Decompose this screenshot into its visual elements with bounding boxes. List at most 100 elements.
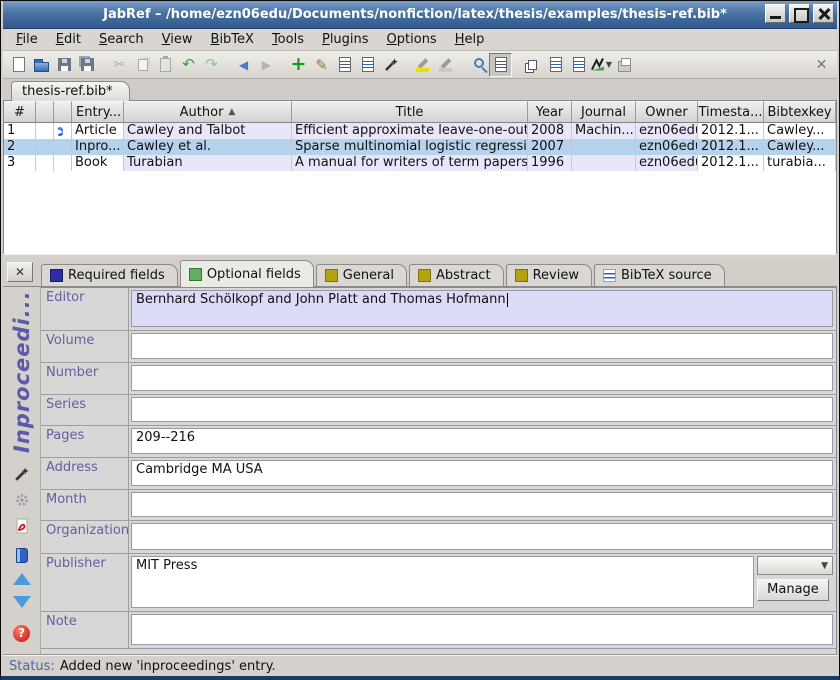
back-button[interactable]: ◀ bbox=[232, 53, 255, 77]
column-header-timestamp[interactable]: Timesta... bbox=[698, 101, 764, 123]
manage-button[interactable]: Manage bbox=[757, 579, 829, 601]
column-header-icon1[interactable] bbox=[36, 101, 54, 123]
minimize-icon[interactable] bbox=[765, 4, 786, 23]
menu-search[interactable]: Search bbox=[90, 30, 153, 49]
maximize-icon[interactable] bbox=[789, 4, 810, 23]
column-header-bibtexkey[interactable]: Bibtexkey bbox=[764, 101, 836, 123]
edit-preamble-button[interactable] bbox=[333, 53, 356, 77]
generate-key-button[interactable] bbox=[13, 465, 31, 483]
toolbar-close-button[interactable]: ✕ bbox=[810, 53, 833, 77]
tab-optional-fields[interactable]: Optional fields bbox=[180, 260, 314, 287]
series-field-input[interactable] bbox=[131, 397, 833, 422]
dropdown-icon: ▼ bbox=[821, 561, 828, 571]
menu-file[interactable]: File bbox=[7, 30, 47, 49]
insert-citation-button[interactable] bbox=[613, 53, 636, 77]
copy-icon bbox=[138, 59, 148, 71]
optional-fields-icon bbox=[189, 268, 202, 281]
tab-abstract[interactable]: Abstract bbox=[409, 264, 504, 286]
redo-button[interactable]: ↷ bbox=[200, 53, 223, 77]
column-header-entrytype[interactable]: Entry... bbox=[72, 101, 124, 123]
open-url-button[interactable] bbox=[13, 546, 31, 564]
scissors-icon: ✂ bbox=[114, 57, 126, 73]
note-field-input[interactable] bbox=[131, 614, 833, 645]
month-field-input[interactable] bbox=[131, 492, 833, 517]
publisher-field-input[interactable]: MIT Press bbox=[131, 556, 754, 608]
table-row[interactable]: 1 ▶ Article Cawley and Talbot Efficient … bbox=[4, 123, 836, 139]
help-button[interactable] bbox=[13, 624, 31, 642]
next-entry-button[interactable] bbox=[13, 593, 31, 611]
menu-bibtex[interactable]: BibTeX bbox=[202, 30, 263, 49]
table-row-selected[interactable]: 2 Inpro... Cawley et al. Sparse multinom… bbox=[4, 139, 836, 155]
address-field-input[interactable]: Cambridge MA USA bbox=[131, 460, 833, 486]
close-icon[interactable] bbox=[813, 4, 834, 23]
copy-button[interactable] bbox=[131, 53, 154, 77]
column-header-owner[interactable]: Owner bbox=[636, 101, 698, 123]
column-header-journal[interactable]: Journal bbox=[572, 101, 636, 123]
save-database-button[interactable] bbox=[53, 53, 76, 77]
highlight-button[interactable] bbox=[411, 53, 434, 77]
menu-options[interactable]: Options bbox=[378, 30, 446, 49]
menu-help[interactable]: Help bbox=[446, 30, 494, 49]
forward-button[interactable]: ▶ bbox=[255, 53, 278, 77]
edit-strings-button[interactable] bbox=[356, 53, 379, 77]
field-label-publisher: Publisher bbox=[41, 554, 129, 611]
new-entry-button[interactable]: + bbox=[287, 53, 310, 77]
menu-plugins[interactable]: Plugins bbox=[313, 30, 378, 49]
doc-push-icon bbox=[573, 57, 585, 72]
editor-field-input[interactable]: Bernhard Schölkopf and John Platt and Th… bbox=[131, 290, 833, 327]
open-folder-icon bbox=[34, 62, 49, 72]
cut-button[interactable]: ✂ bbox=[108, 53, 131, 77]
database-tab[interactable]: thesis-ref.bib* bbox=[11, 81, 130, 101]
new-database-button[interactable] bbox=[7, 53, 30, 77]
mark-entries-button[interactable]: ▼ bbox=[590, 53, 613, 77]
column-header-number[interactable]: # bbox=[4, 101, 36, 123]
menu-edit[interactable]: Edit bbox=[47, 30, 90, 49]
field-row-address: Address Cambridge MA USA bbox=[41, 458, 836, 490]
write-xmp-button[interactable] bbox=[544, 53, 567, 77]
edit-entry-button[interactable]: ✎ bbox=[310, 53, 333, 77]
previous-entry-button[interactable] bbox=[13, 570, 31, 588]
cell-year: 2008 bbox=[528, 123, 572, 139]
settings-button[interactable] bbox=[13, 491, 31, 509]
push-to-application-button[interactable] bbox=[567, 53, 590, 77]
number-field-input[interactable] bbox=[131, 365, 833, 391]
toolbar-separator bbox=[512, 55, 521, 75]
undo-button[interactable]: ↶ bbox=[177, 53, 200, 77]
open-pdf-button[interactable] bbox=[13, 517, 31, 535]
toggle-preview-button[interactable] bbox=[489, 53, 512, 77]
publisher-select[interactable]: ▼ bbox=[757, 556, 833, 575]
tab-review[interactable]: Review bbox=[506, 264, 592, 286]
tab-general[interactable]: General bbox=[316, 264, 407, 286]
book-icon bbox=[16, 548, 28, 563]
column-header-icon2[interactable] bbox=[54, 101, 72, 123]
new-entry-from-plain-text-button[interactable] bbox=[379, 53, 402, 77]
pages-field-input[interactable]: 209--216 bbox=[131, 428, 833, 454]
entry-link-icon[interactable]: ▶ bbox=[57, 127, 63, 136]
table-row[interactable]: 3 Book Turabian A manual for writers of … bbox=[4, 155, 836, 171]
search-button[interactable] bbox=[466, 53, 489, 77]
field-label-editor: Editor bbox=[41, 288, 129, 330]
tab-label: Required fields bbox=[68, 268, 165, 283]
field-cell bbox=[129, 395, 836, 425]
save-all-button[interactable] bbox=[76, 53, 99, 77]
paste-button[interactable] bbox=[154, 53, 177, 77]
menu-view[interactable]: View bbox=[153, 30, 202, 49]
column-header-title[interactable]: Title bbox=[292, 101, 528, 123]
field-row-number: Number bbox=[41, 363, 836, 395]
field-label-series: Series bbox=[41, 395, 129, 425]
menu-tools[interactable]: Tools bbox=[263, 30, 313, 49]
cell-icon1 bbox=[36, 139, 54, 155]
tab-bibtex-source[interactable]: BibTeX source bbox=[594, 264, 725, 286]
tab-required-fields[interactable]: Required fields bbox=[41, 264, 178, 286]
entry-editor-close-button[interactable]: ✕ bbox=[7, 262, 33, 282]
column-header-year[interactable]: Year bbox=[528, 101, 572, 123]
volume-field-input[interactable] bbox=[131, 333, 833, 359]
arrow-down-icon bbox=[13, 596, 31, 608]
clear-highlight-button[interactable] bbox=[434, 53, 457, 77]
back-icon: ◀ bbox=[239, 58, 248, 72]
open-database-button[interactable] bbox=[30, 53, 53, 77]
organization-field-input[interactable] bbox=[131, 523, 833, 550]
field-cell: MIT Press ▼ Manage bbox=[129, 554, 836, 611]
new-window-button[interactable] bbox=[521, 53, 544, 77]
column-header-author[interactable]: Author ▲ bbox=[124, 101, 292, 123]
